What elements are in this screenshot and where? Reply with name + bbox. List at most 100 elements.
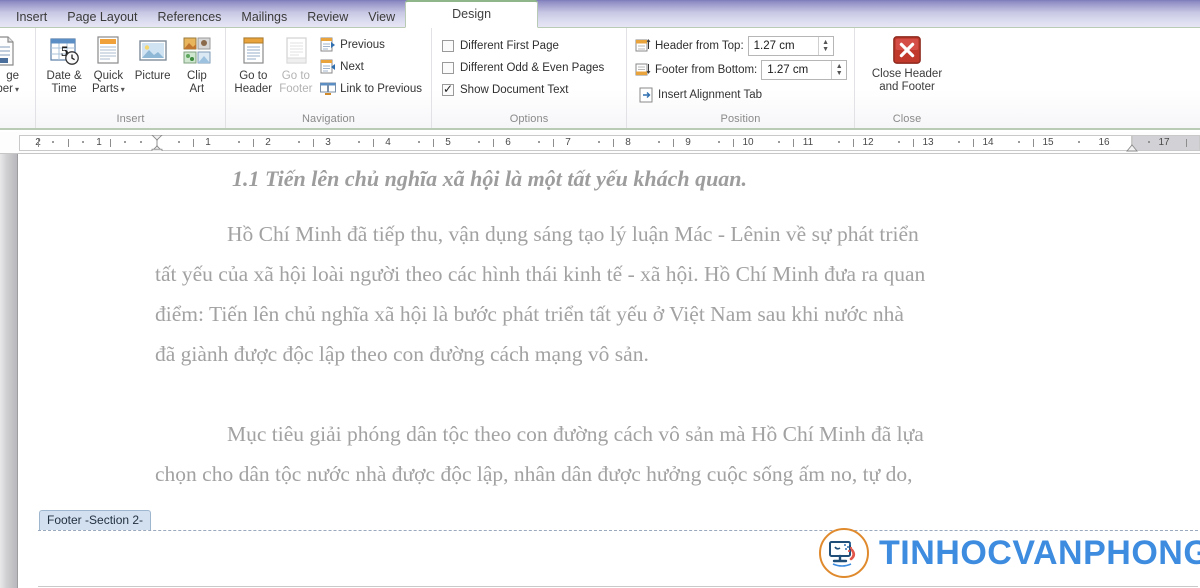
quick-parts-label-2: Parts ▾ [91, 83, 125, 95]
ribbon-group-insert: 5 Date & Time Quick Parts ▾ Picture Clip… [35, 28, 225, 128]
horizontal-ruler[interactable]: 2 1 1 2 3 4 5 6 7 8 9 10 11 12 13 14 15 … [0, 132, 1200, 154]
quick-parts-label-1: Quick [93, 70, 124, 82]
close-x-icon [893, 36, 921, 64]
ribbon-group-title-insert: Insert [116, 113, 145, 125]
first-line-indent-marker[interactable] [151, 135, 163, 151]
tab-design[interactable]: Design [405, 0, 539, 28]
paragraph-1-line-1: Hồ Chí Minh đã tiếp thu, vận dụng sáng t… [227, 222, 919, 246]
footer-from-bottom-row: Footer from Bottom: 1.27 cm ▲ ▼ [635, 58, 848, 82]
picture-label: Picture [134, 70, 171, 82]
document-page[interactable]: 1.1 Tiến lên chủ nghĩa xã hội là một tất… [19, 154, 1200, 588]
footer-bottom-line [38, 586, 1198, 587]
header-from-top-row: Header from Top: 1.27 cm ▲ ▼ [635, 34, 834, 58]
clip-art-button[interactable]: Clip Art [175, 33, 219, 96]
ribbon-group-title-close: Close [892, 113, 922, 125]
quick-parts-icon [97, 36, 119, 64]
ribbon-group-title-hf [0, 125, 35, 128]
ruler-tick-12: 12 [862, 137, 874, 148]
clip-art-icon [183, 37, 211, 64]
insert-alignment-tab-button[interactable]: Insert Alignment Tab [635, 84, 765, 106]
different-odd-even-pages-option[interactable]: Different Odd & Even Pages [442, 57, 604, 79]
ruler-tick-4: 4 [385, 137, 391, 148]
previous-button[interactable]: Previous [317, 34, 425, 56]
ribbon-group-close: Close Header and Footer Close [854, 28, 959, 128]
footer-from-bottom-value[interactable]: 1.27 cm [762, 64, 831, 76]
ruler-tick-17: 17 [1158, 137, 1170, 148]
different-first-page-checkbox[interactable] [442, 40, 454, 52]
close-header-and-footer-button[interactable]: Close Header and Footer [861, 33, 953, 94]
monitor-icon [829, 541, 856, 567]
ruler-tick-10: 10 [742, 137, 754, 148]
ruler-tick-6: 6 [505, 137, 511, 148]
close-header-footer-label-1: Close Header [871, 68, 943, 80]
date-time-icon: 5 [50, 38, 79, 65]
paragraph-2-line-1: Mục tiêu giải phóng dân tộc theo con đườ… [227, 422, 924, 446]
ruler-tick-13: 13 [922, 137, 934, 148]
footer-from-bottom-stepper[interactable]: ▲ ▼ [831, 61, 846, 79]
vertical-scroll-gutter[interactable] [0, 154, 18, 588]
date-time-label-2: Time [51, 83, 77, 95]
ribbon-tabs: Insert Page Layout References Mailings R… [6, 0, 539, 28]
page-number-button[interactable]: ge ber▾ [0, 33, 20, 96]
tab-page-layout[interactable]: Page Layout [57, 6, 147, 28]
next-button[interactable]: Next [317, 56, 425, 78]
show-document-text-option[interactable]: Show Document Text [442, 79, 568, 101]
quick-parts-button[interactable]: Quick Parts ▾ [86, 33, 130, 96]
go-to-header-label-1: Go to [239, 70, 268, 82]
header-from-top-label: Header from Top: [655, 40, 744, 52]
footer-from-bottom-spinner[interactable]: 1.27 cm ▲ ▼ [761, 60, 848, 80]
ruler-tick-16: 16 [1098, 137, 1110, 148]
page-number-label-1: ge [6, 70, 19, 82]
page-number-label-2: ber▾ [0, 83, 19, 95]
link-to-previous-label: Link to Previous [340, 83, 422, 95]
picture-button[interactable]: Picture [131, 33, 175, 83]
go-to-header-button[interactable]: Go to Header [232, 33, 275, 96]
insert-alignment-tab-icon [639, 87, 653, 103]
document-paragraph-1: Hồ Chí Minh đã tiếp thu, vận dụng sáng t… [155, 214, 1135, 374]
ribbon-group-title-options: Options [509, 113, 549, 125]
different-odd-even-checkbox[interactable] [442, 62, 454, 74]
date-and-time-button[interactable]: 5 Date & Time [42, 33, 86, 96]
go-to-footer-label-2: Footer [279, 83, 313, 95]
ribbon-group-position: Header from Top: 1.27 cm ▲ ▼ Footer from … [626, 28, 854, 128]
picture-icon [138, 40, 167, 61]
tab-view[interactable]: View [358, 6, 405, 28]
ruler-tick-l1: 1 [96, 137, 102, 148]
go-to-header-icon [243, 37, 264, 64]
watermark-text: TINHOCVANPHONG [879, 533, 1200, 572]
header-from-top-spinner[interactable]: 1.27 cm ▲ ▼ [747, 36, 834, 56]
header-from-top-icon [635, 39, 651, 52]
header-from-top-value[interactable]: 1.27 cm [749, 40, 818, 52]
tab-mailings[interactable]: Mailings [231, 6, 297, 28]
ruler-tick-8: 8 [625, 137, 631, 148]
different-first-page-option[interactable]: Different First Page [442, 35, 559, 57]
tab-references[interactable]: References [147, 6, 231, 28]
tab-review[interactable]: Review [297, 6, 358, 28]
tab-insert[interactable]: Insert [6, 6, 57, 28]
next-label: Next [340, 61, 364, 73]
different-odd-even-label: Different Odd & Even Pages [460, 62, 605, 74]
document-area[interactable]: 1.1 Tiến lên chủ nghĩa xã hội là một tất… [0, 154, 1200, 588]
paragraph-1-line-4: đã giành được độc lập theo con đường các… [155, 342, 649, 366]
show-document-text-checkbox[interactable] [442, 82, 454, 96]
go-to-footer-button[interactable]: Go to Footer [275, 33, 318, 96]
ruler-tick-3: 3 [325, 137, 331, 148]
right-indent-marker[interactable] [1126, 137, 1138, 153]
ribbon-group-header-footer: ge ber▾ [0, 28, 35, 128]
different-first-page-label: Different First Page [460, 40, 559, 52]
header-from-top-stepper[interactable]: ▲ ▼ [817, 37, 833, 55]
ribbon-group-title-position: Position [720, 113, 761, 125]
ribbon-group-title-navigation: Navigation [302, 113, 355, 125]
link-to-previous-button[interactable]: Link to Previous [317, 78, 425, 100]
ribbon-tab-strip: Insert Page Layout References Mailings R… [0, 0, 1200, 28]
previous-label: Previous [340, 39, 385, 51]
watermark-logo: TINHOCVANPHONG [819, 528, 1200, 578]
chevron-down-icon: ▾ [120, 85, 125, 94]
page-number-icon [0, 36, 14, 66]
ruler-track[interactable]: 2 1 1 2 3 4 5 6 7 8 9 10 11 12 13 14 15 … [0, 135, 1200, 153]
clip-art-label-2: Art [189, 83, 205, 95]
date-time-label-1: Date & [46, 70, 82, 82]
ribbon: ge ber▾ 5 Da [0, 27, 1200, 130]
ruler-tick-7: 7 [565, 137, 571, 148]
tinhocvanphong-mark-icon [819, 528, 869, 578]
